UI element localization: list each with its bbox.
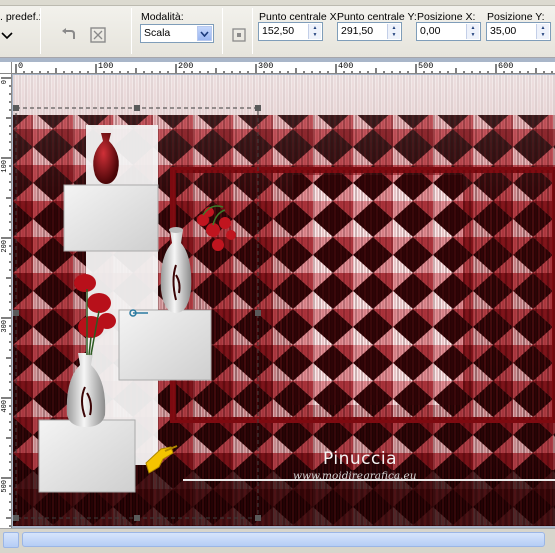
horizontal-ruler: 0 100 200 300 400 500 600 bbox=[12, 62, 555, 74]
center-y-field[interactable]: 291,50 ▲ ▼ bbox=[337, 22, 402, 41]
center-y-value: 291,50 bbox=[341, 25, 374, 37]
center-x-value: 152,50 bbox=[262, 25, 295, 37]
pos-y-spinner[interactable]: ▲ ▼ bbox=[536, 24, 549, 39]
toolbar-separator bbox=[252, 8, 253, 54]
ruler-corner bbox=[0, 62, 12, 74]
center-y-spinner[interactable]: ▲ ▼ bbox=[387, 24, 400, 39]
pos-x-field[interactable]: 0,00 ▲ ▼ bbox=[416, 22, 481, 41]
image-canvas[interactable]: Pinuccia www.moidiregrafica.eu bbox=[13, 75, 555, 526]
ruler-h-label: 500 bbox=[418, 62, 434, 71]
toolbar-separator bbox=[222, 8, 223, 54]
mode-select[interactable]: Scala bbox=[140, 24, 214, 43]
mode-select-value: Scala bbox=[144, 27, 171, 39]
center-x-spinner[interactable]: ▲ ▼ bbox=[308, 24, 321, 39]
preset-label: . predef.: bbox=[0, 11, 42, 23]
toolbar-top-strip bbox=[0, 0, 555, 6]
ruler-h-label: 0 bbox=[18, 62, 24, 71]
toolbar-separator bbox=[40, 8, 41, 54]
vertical-ruler: 0 100 200 300 400 500 bbox=[0, 74, 12, 529]
chevron-down-icon[interactable] bbox=[197, 26, 212, 41]
center-pick-icon[interactable] bbox=[228, 24, 250, 46]
ruler-v-label: 200 bbox=[1, 240, 9, 253]
ruler-h-label: 200 bbox=[178, 62, 194, 71]
ruler-v-label: 300 bbox=[1, 320, 9, 333]
ruler-h-label: 400 bbox=[338, 62, 354, 71]
mode-label: Modalità: bbox=[141, 11, 184, 23]
pos-y-field[interactable]: 35,00 ▲ ▼ bbox=[486, 22, 551, 41]
ruler-h-label: 600 bbox=[498, 62, 514, 71]
preset-shapes-icon[interactable] bbox=[0, 24, 14, 46]
center-x-field[interactable]: 152,50 ▲ ▼ bbox=[258, 22, 323, 41]
pos-x-value: 0,00 bbox=[420, 25, 441, 37]
ruler-h-label: 300 bbox=[258, 62, 274, 71]
toolbar-separator bbox=[131, 8, 132, 54]
ruler-v-label: 100 bbox=[1, 160, 9, 173]
commit-transform-icon[interactable] bbox=[87, 24, 109, 46]
ruler-v-label: 0 bbox=[1, 80, 9, 85]
scrollbar-thumb[interactable] bbox=[22, 532, 545, 547]
scroll-left-button[interactable] bbox=[3, 532, 19, 548]
tool-options-toolbar: . predef.: Modalità: Scala Punto central… bbox=[0, 0, 555, 58]
website-text: www.moidiregrafica.eu bbox=[293, 470, 417, 482]
pos-x-spinner[interactable]: ▲ ▼ bbox=[466, 24, 479, 39]
ruler-v-label: 400 bbox=[1, 400, 9, 413]
signature-text: Pinuccia bbox=[323, 449, 397, 469]
ruler-v-label: 500 bbox=[1, 480, 9, 493]
ruler-h-label: 100 bbox=[98, 62, 114, 71]
horizontal-scrollbar[interactable] bbox=[0, 528, 555, 553]
pos-y-value: 35,00 bbox=[490, 25, 517, 37]
reset-arrow-icon[interactable] bbox=[58, 24, 80, 46]
